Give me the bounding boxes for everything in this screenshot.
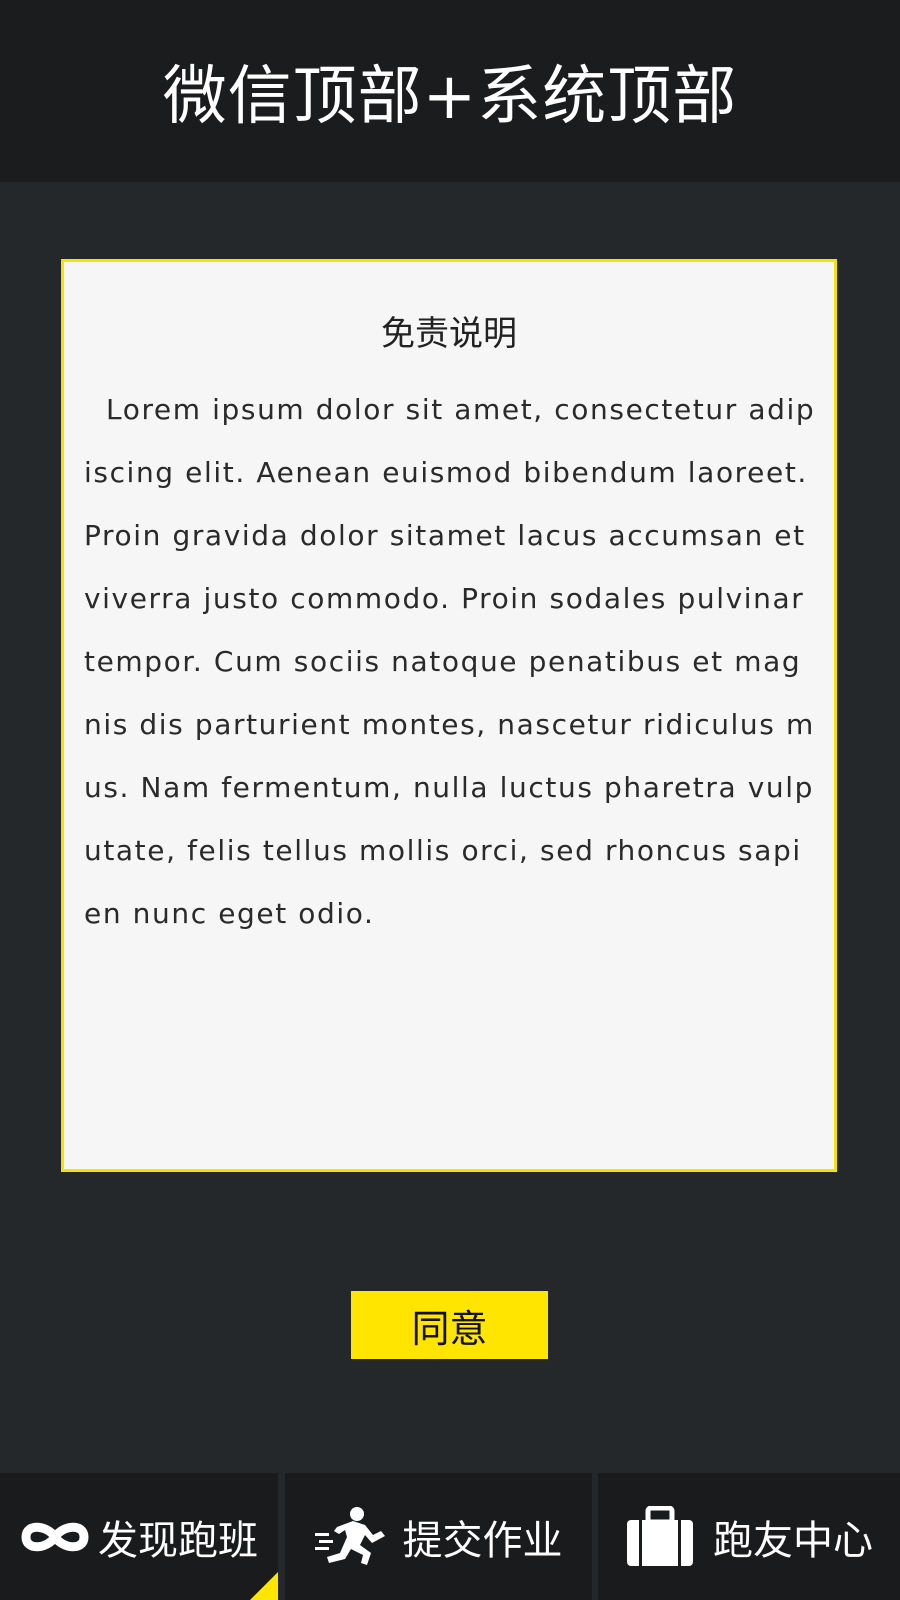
top-bar: 微信顶部+系统顶部	[0, 0, 900, 182]
nav-item-runner-center[interactable]: 跑友中心	[598, 1473, 900, 1600]
nav-label-submit: 提交作业	[402, 1517, 563, 1564]
disclaimer-title: 免责说明	[381, 314, 517, 354]
briefcase-icon	[625, 1505, 695, 1568]
nav-item-submit[interactable]: 提交作业	[285, 1473, 592, 1600]
nav-label-discover: 发现跑班	[98, 1517, 258, 1564]
page-title: 微信顶部+系统顶部	[162, 60, 738, 134]
nav-item-discover[interactable]: 发现跑班	[0, 1473, 278, 1600]
infinity-icon	[20, 1517, 90, 1557]
disclaimer-card: 免责说明 Lorem ipsum dolor sit amet, consect…	[61, 259, 837, 1172]
disclaimer-body: Lorem ipsum dolor sit amet, consectetur …	[84, 393, 816, 930]
bottom-nav: 发现跑班 提交作业 跑友中心	[0, 1473, 900, 1600]
active-corner-indicator	[250, 1572, 278, 1600]
runner-icon	[314, 1505, 395, 1569]
agree-button[interactable]: 同意	[351, 1291, 548, 1359]
nav-label-runner-center: 跑友中心	[713, 1517, 873, 1564]
